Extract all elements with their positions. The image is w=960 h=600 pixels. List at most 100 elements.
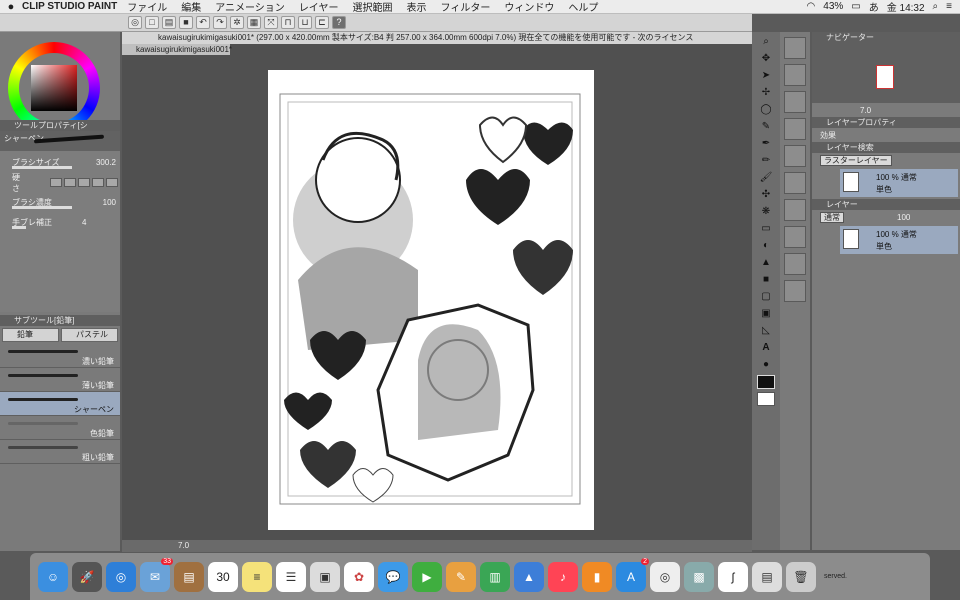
pen-tool-icon[interactable]: ✒ (757, 137, 775, 151)
navigator-preview[interactable] (812, 43, 960, 103)
menu-view[interactable]: 表示 (407, 0, 427, 14)
keynote-icon[interactable]: ▲ (514, 561, 544, 592)
open-file-icon[interactable]: ▤ (162, 16, 176, 29)
navigator-zoom-value[interactable]: 7.0 (860, 106, 871, 115)
hardness-selector[interactable] (20, 178, 118, 187)
numbers-icon[interactable]: ▥ (480, 561, 510, 592)
subtool-button[interactable] (784, 172, 806, 194)
blend-tool-icon[interactable]: ◐ (757, 239, 775, 253)
brush-size-slider[interactable] (12, 166, 72, 169)
messages-icon[interactable]: 💬 (378, 561, 408, 592)
tool-property-header[interactable]: ツールプロパティ[シ (0, 120, 120, 131)
input-method-icon[interactable]: あ (869, 0, 879, 14)
navigator-header[interactable]: ナビゲーター (812, 32, 960, 43)
canvas-page[interactable] (268, 70, 594, 530)
stabilize-row[interactable]: 手ブレ補正 4 (0, 211, 120, 231)
app-menu[interactable]: CLIP STUDIO PAINT (22, 1, 117, 12)
menu-file[interactable]: ファイル (127, 0, 167, 14)
clip-studio-paint-icon[interactable]: ʃ (718, 561, 748, 592)
finder-icon[interactable]: ☺ (38, 561, 68, 592)
app-store-icon[interactable]: A2 (616, 557, 649, 592)
subtool-button[interactable] (784, 37, 806, 59)
hardness-row[interactable]: 硬さ (0, 171, 120, 193)
brush-dark-pencil[interactable]: 濃い鉛筆 (0, 344, 120, 368)
clip-studio-icon[interactable]: ◎ (650, 561, 680, 592)
pages-icon[interactable]: ✎ (446, 561, 476, 592)
text-tool-icon[interactable]: A (757, 341, 775, 355)
menu-selection[interactable]: 選択範囲 (353, 0, 393, 14)
brush-size-row[interactable]: ブラシサイズ 300.2 (0, 151, 120, 171)
image-capture-icon[interactable]: ▩ (684, 561, 714, 592)
undo-icon[interactable]: ↶ (196, 16, 210, 29)
decoration-icon[interactable]: ❋ (757, 205, 775, 219)
clear-icon[interactable]: ✲ (230, 16, 244, 29)
subtool-button[interactable] (784, 280, 806, 302)
document-tab[interactable]: kawaisugirukimigasuki001* (122, 44, 232, 55)
saturation-value-square[interactable] (31, 65, 77, 111)
move-layer-icon[interactable]: ✢ (757, 86, 775, 100)
balloon-tool-icon[interactable]: ● (757, 358, 775, 372)
layer-type-select[interactable]: ラスターレイヤー (820, 154, 892, 166)
contacts-icon[interactable]: ▤ (174, 561, 204, 592)
books-icon[interactable]: ▮ (582, 561, 612, 592)
preview-icon[interactable]: ▣ (310, 561, 340, 592)
operation-tool-icon[interactable]: ➤ (757, 69, 775, 83)
safari-icon[interactable]: ◎ (106, 561, 136, 592)
brush-size-value[interactable]: 300.2 (96, 158, 116, 167)
ruler-tool-icon[interactable]: ◺ (757, 324, 775, 338)
subtool-button[interactable] (784, 91, 806, 113)
clip-studio-icon[interactable]: ◎ (128, 16, 142, 29)
notes-icon[interactable]: ≡ (242, 561, 272, 592)
subtool-button[interactable] (784, 64, 806, 86)
subtool-button[interactable] (784, 145, 806, 167)
density-slider[interactable] (12, 206, 72, 209)
stabilize-slider[interactable] (12, 226, 26, 229)
tab-pastel[interactable]: パステル (61, 328, 118, 342)
frame-tool-icon[interactable]: ▣ (757, 307, 775, 321)
snap-ruler-icon[interactable]: ⊓ (281, 16, 295, 29)
layer-search-header[interactable]: レイヤー検索 (812, 142, 960, 153)
save-icon[interactable]: ■ (179, 16, 193, 29)
transform-icon[interactable]: ⤧ (264, 16, 278, 29)
blend-mode-select[interactable]: 通常 (820, 211, 844, 223)
trash-icon[interactable]: 🗑 (786, 561, 816, 592)
airbrush-icon[interactable]: ✣ (757, 188, 775, 202)
reminders-icon[interactable]: ☰ (276, 561, 306, 592)
subtool-button[interactable] (784, 253, 806, 275)
launchpad-icon[interactable]: 🚀 (72, 561, 102, 592)
snap-perspective-icon[interactable]: ⊏ (315, 16, 329, 29)
wifi-icon[interactable]: ◠ (807, 1, 816, 12)
main-color-swatch[interactable] (757, 375, 775, 389)
facetime-icon[interactable]: ▶ (412, 561, 442, 592)
menu-help[interactable]: ヘルプ (568, 0, 598, 14)
sub-color-swatch[interactable] (757, 392, 775, 406)
layer-opacity-value[interactable]: 100 (897, 213, 910, 222)
density-value[interactable]: 100 (103, 198, 116, 207)
search-result-layer[interactable]: 100 % 通常 単色 (840, 169, 958, 197)
clock[interactable]: 金 14:32 (887, 0, 925, 14)
redo-icon[interactable]: ↷ (213, 16, 227, 29)
subtool-button[interactable] (784, 199, 806, 221)
brush-light-pencil[interactable]: 薄い鉛筆 (0, 368, 120, 392)
density-row[interactable]: ブラシ濃度 100 (0, 191, 120, 211)
music-icon[interactable]: ♪ (548, 561, 578, 592)
search-icon[interactable]: ⌕ (933, 1, 939, 12)
stabilize-value[interactable]: 4 (82, 218, 86, 227)
sub-tool-header[interactable]: サブツール[鉛筆] (0, 315, 120, 326)
mail-icon[interactable]: ✉ 33 (140, 557, 173, 592)
layers-header[interactable]: レイヤー (812, 199, 960, 210)
menu-animation[interactable]: アニメーション (215, 0, 285, 14)
layer-property-header[interactable]: レイヤープロパティ (812, 117, 960, 128)
photos-icon[interactable]: ✿ (344, 561, 374, 592)
fill-icon[interactable]: ▦ (247, 16, 261, 29)
snap-grid-icon[interactable]: ⊔ (298, 16, 312, 29)
tab-pencil[interactable]: 鉛筆 (2, 328, 59, 342)
pencil-tool-icon[interactable]: ✏ (757, 154, 775, 168)
menu-window[interactable]: ウィンドウ (504, 0, 554, 14)
gradient-icon[interactable]: ■ (757, 273, 775, 287)
menu-edit[interactable]: 編集 (181, 0, 201, 14)
document-stack-icon[interactable]: ▤ (752, 561, 782, 592)
subtool-button[interactable] (784, 226, 806, 248)
brush-preview[interactable]: シャーペン (0, 131, 120, 151)
apple-menu-icon[interactable]: ● (0, 1, 22, 13)
